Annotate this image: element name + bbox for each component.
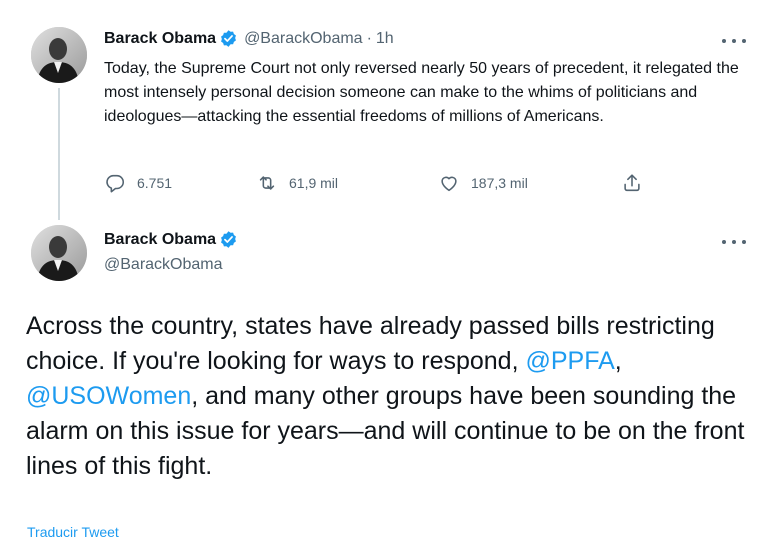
header-separator: ·: [366, 29, 372, 47]
more-options-button[interactable]: [722, 33, 746, 49]
mention-link-usowomen[interactable]: @USOWomen: [26, 382, 191, 410]
author-handle[interactable]: @BarackObama: [104, 256, 223, 274]
tweet1-text: Today, the Supreme Court not only revers…: [104, 60, 739, 125]
avatar[interactable]: [31, 225, 87, 281]
like-icon: [441, 176, 457, 192]
share-button[interactable]: [621, 172, 643, 194]
avatar-photo-icon: [31, 225, 87, 281]
tweet1-action-bar: 6.751 61,9 mil 187,3 mil: [104, 172, 664, 196]
author-name[interactable]: Barack Obama: [104, 30, 216, 48]
reply-count: 6.751: [137, 175, 173, 191]
retweet-icon: [259, 176, 275, 190]
tweet-thread: Barack Obama @BarackObama · 1h Today, th…: [0, 0, 768, 560]
more-options-icon: [722, 240, 726, 244]
share-icon: [624, 174, 640, 192]
author-name[interactable]: Barack Obama: [104, 231, 216, 249]
reply-button[interactable]: 6.751: [104, 172, 172, 194]
like-count: 187,3 mil: [471, 175, 528, 191]
tweet2-header: Barack Obama: [104, 230, 238, 249]
tweet2-text: Across the country, states have already …: [26, 309, 754, 484]
tweet1-header: Barack Obama @BarackObama · 1h: [104, 29, 394, 48]
retweet-button[interactable]: 61,9 mil: [256, 172, 338, 194]
more-options-button[interactable]: [722, 234, 746, 250]
more-options-icon: [722, 39, 726, 43]
translate-tweet-link[interactable]: Traducir Tweet: [27, 524, 119, 540]
reply-icon: [106, 174, 125, 193]
tweet2-text-part: ,: [614, 347, 622, 375]
verified-badge-icon: [221, 30, 237, 47]
avatar[interactable]: [31, 27, 87, 83]
thread-connector-line: [58, 88, 60, 220]
avatar-photo-icon: [31, 27, 87, 83]
retweet-count: 61,9 mil: [289, 175, 339, 191]
mention-link-ppfa[interactable]: @PPFA: [525, 347, 614, 375]
verified-badge-icon: [221, 231, 237, 248]
like-button[interactable]: 187,3 mil: [438, 172, 528, 194]
tweet-timestamp[interactable]: 1h: [376, 30, 394, 48]
author-handle[interactable]: @BarackObama: [244, 30, 363, 48]
